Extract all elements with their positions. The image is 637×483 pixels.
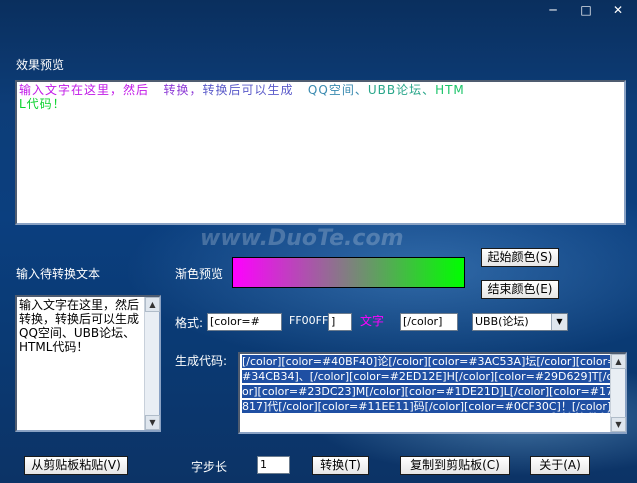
watermark-text: www.DuoTe.com — [200, 226, 404, 251]
preview-panel: 输入文字在这里，然后 转换，转换后可以生成 QQ空间、UBB论坛、HTM L代码… — [15, 80, 626, 225]
start-color-button[interactable]: 起始颜色(S) — [481, 248, 559, 267]
format-suffix-input[interactable]: [/color] — [400, 313, 458, 331]
gradient-preview-bar — [232, 257, 465, 288]
format-label: 格式: — [175, 316, 204, 330]
preview-label: 效果预览 — [16, 58, 65, 72]
preview-segment: 转换后可以生成 — [202, 83, 294, 97]
source-textarea[interactable]: 输入文字在这里，然后转换，转换后可以生成QQ空间、UBB论坛、HTML代码！ ▲… — [15, 295, 161, 432]
maximize-button[interactable]: □ — [577, 3, 595, 18]
preview-segment: 转换， — [149, 83, 203, 97]
preview-line-1: 输入文字在这里，然后 转换，转换后可以生成 QQ空间、UBB论坛、HTM — [19, 83, 622, 97]
end-color-button[interactable]: 结束颜色(E) — [481, 280, 559, 299]
paste-clipboard-button[interactable]: 从剪贴板粘贴(V) — [24, 456, 128, 475]
format-sample-text: 文字 — [360, 314, 385, 328]
code-label: 生成代码: — [175, 354, 228, 368]
close-button[interactable]: ✕ — [609, 3, 627, 18]
format-prefix-input[interactable]: [color=# — [207, 313, 282, 331]
preview-segment: HTM — [435, 83, 465, 97]
step-input[interactable]: 1 — [257, 456, 290, 474]
preview-segment: UBB论坛、 — [367, 83, 436, 97]
preview-line-2: L代码！ — [19, 97, 622, 111]
preview-segment: 输入文字在这里，然后 — [19, 83, 150, 97]
scroll-down-icon[interactable]: ▼ — [611, 417, 626, 432]
scroll-up-icon[interactable]: ▲ — [611, 354, 626, 369]
scroll-up-icon[interactable]: ▲ — [145, 297, 160, 312]
preview-segment: L代码！ — [19, 97, 66, 111]
format-mode-value: UBB(论坛) — [475, 315, 529, 328]
corner-watermark: 多特软件站 — [545, 412, 611, 427]
source-label: 输入待转换文本 — [16, 267, 101, 281]
scroll-down-icon[interactable]: ▼ — [145, 415, 160, 430]
preview-segment: QQ空间、 — [293, 83, 368, 97]
chevron-down-icon[interactable]: ▼ — [551, 314, 567, 330]
about-button[interactable]: 关于(A) — [530, 456, 590, 475]
gradient-label: 渐色预览 — [175, 267, 224, 281]
minimize-button[interactable]: ─ — [544, 3, 562, 18]
code-text: [/color][color=#40BF40]论[/color][color=#… — [242, 355, 623, 413]
format-close-input[interactable]: ] — [328, 313, 352, 331]
code-scrollbar[interactable]: ▲ ▼ — [610, 354, 626, 432]
format-hex-value: FF00FF — [289, 314, 329, 327]
convert-button[interactable]: 转换(T) — [312, 456, 369, 475]
step-label: 字步长 — [191, 460, 228, 474]
source-text: 输入文字在这里，然后转换，转换后可以生成QQ空间、UBB论坛、HTML代码！ — [19, 298, 140, 354]
source-scrollbar[interactable]: ▲ ▼ — [144, 297, 160, 430]
format-mode-select[interactable]: UBB(论坛) ▼ — [472, 313, 568, 331]
copy-clipboard-button[interactable]: 复制到剪贴板(C) — [400, 456, 510, 475]
